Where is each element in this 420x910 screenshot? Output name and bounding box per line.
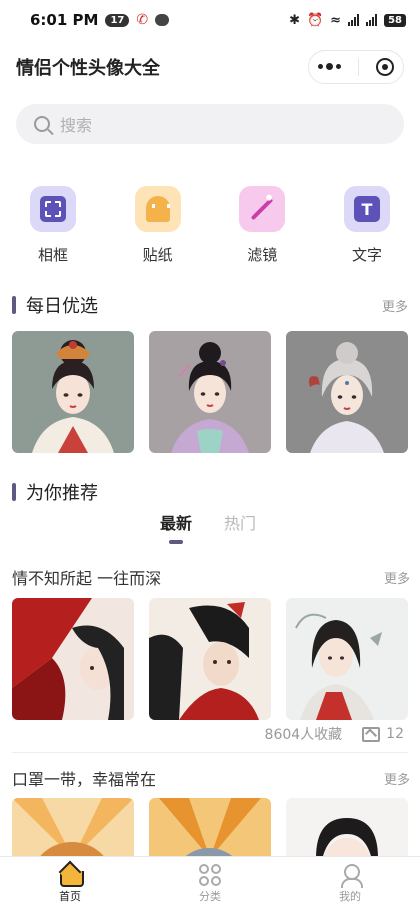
- status-bar: 6:01 PM 17 ✆ ✱ ⏰ ≈ 58: [0, 0, 420, 40]
- tool-shortcuts: 相框 贴纸 滤镜 T 文字: [0, 186, 420, 265]
- tab-category[interactable]: 分类: [140, 857, 280, 910]
- signal-icon-2: [366, 14, 378, 26]
- avatar-thumbnail[interactable]: [12, 598, 134, 720]
- magic-wand-icon: [239, 186, 286, 232]
- tab-latest[interactable]: 最新: [160, 510, 192, 544]
- search-placeholder: 搜索: [60, 116, 93, 135]
- notification-count-badge: 17: [105, 13, 130, 27]
- tool-label: 文字: [351, 246, 382, 264]
- tab-label: 分类: [199, 889, 221, 903]
- daily-pick-row: [12, 331, 408, 453]
- section-title: 每日优选: [26, 296, 98, 317]
- status-left: 6:01 PM 17 ✆: [30, 11, 170, 29]
- status-time: 6:01 PM: [30, 11, 99, 29]
- page-title: 情侣个性头像大全: [16, 58, 160, 79]
- active-tab-indicator: [169, 540, 183, 544]
- app-header: 情侣个性头像大全: [0, 44, 420, 90]
- tab-label: 我的: [339, 889, 361, 903]
- missed-call-icon: ✆: [136, 12, 149, 28]
- sticker-ghost-icon: [134, 186, 181, 232]
- collection-more-link[interactable]: 更多: [384, 769, 410, 788]
- avatar-thumbnail[interactable]: [149, 598, 271, 720]
- collection-title: 口罩一带，幸福常在: [12, 770, 157, 789]
- status-right: ✱ ⏰ ≈ 58: [289, 13, 406, 28]
- collection-header: 口罩一带，幸福常在 更多: [12, 766, 410, 790]
- miniprogram-capsule: [308, 50, 404, 84]
- photo-frame-icon: [30, 186, 76, 232]
- avatar-thumbnail[interactable]: [286, 598, 408, 720]
- tool-label: 滤镜: [247, 246, 278, 264]
- section-accent-bar: [12, 483, 16, 501]
- close-miniprogram-icon[interactable]: [376, 58, 395, 76]
- recommend-header: 为你推荐: [12, 479, 408, 505]
- tool-text-button[interactable]: T 文字: [343, 186, 390, 265]
- tab-label: 热门: [224, 514, 257, 533]
- tab-label: 最新: [160, 514, 193, 533]
- tab-label: 首页: [59, 889, 81, 903]
- daily-pick-more-link[interactable]: 更多: [382, 296, 408, 315]
- more-options-icon[interactable]: [317, 63, 341, 70]
- image-count: 12: [386, 726, 404, 742]
- avatar-thumbnail[interactable]: [286, 331, 408, 453]
- search-icon: [34, 116, 50, 132]
- tool-filter-button[interactable]: 滤镜: [239, 186, 286, 265]
- category-grid-icon: [199, 863, 221, 886]
- bluetooth-icon: ✱: [289, 12, 300, 28]
- divider: [12, 752, 408, 753]
- favorites-count: 8604人收藏: [264, 727, 343, 743]
- alarm-icon: ⏰: [306, 12, 324, 28]
- image-count-icon: [362, 726, 381, 742]
- bottom-tab-bar: 首页 分类 我的: [0, 856, 420, 910]
- section-title: 为你推荐: [26, 483, 98, 504]
- search-input[interactable]: 搜索: [16, 104, 404, 144]
- collection-stats: 8604人收藏 12: [0, 724, 420, 744]
- recommend-tabs: 最新 热门: [160, 510, 256, 544]
- avatar-thumbnail[interactable]: [12, 331, 134, 453]
- tool-label: 相框: [37, 246, 68, 264]
- tab-profile[interactable]: 我的: [280, 857, 420, 910]
- signal-icon: [348, 14, 360, 26]
- tool-frame-button[interactable]: 相框: [30, 186, 76, 265]
- collection-title: 情不知所起 一往而深: [12, 569, 162, 588]
- capsule-divider: [357, 58, 359, 76]
- collection-more-link[interactable]: 更多: [384, 568, 410, 587]
- wifi-icon: ≈: [330, 12, 342, 28]
- collection-row: [12, 598, 408, 720]
- tool-label: 贴纸: [142, 246, 173, 264]
- message-icon: [155, 14, 170, 26]
- text-icon: T: [343, 186, 390, 232]
- tab-home[interactable]: 首页: [0, 857, 140, 910]
- tab-popular[interactable]: 热门: [224, 510, 256, 534]
- battery-icon: 58: [384, 13, 406, 27]
- collection-header: 情不知所起 一往而深 更多: [12, 565, 410, 589]
- profile-icon: [339, 863, 363, 888]
- section-accent-bar: [12, 296, 16, 314]
- avatar-thumbnail[interactable]: [149, 331, 271, 453]
- tool-sticker-button[interactable]: 贴纸: [134, 186, 181, 265]
- daily-pick-header: 每日优选 更多: [12, 292, 408, 318]
- home-icon: [58, 864, 84, 887]
